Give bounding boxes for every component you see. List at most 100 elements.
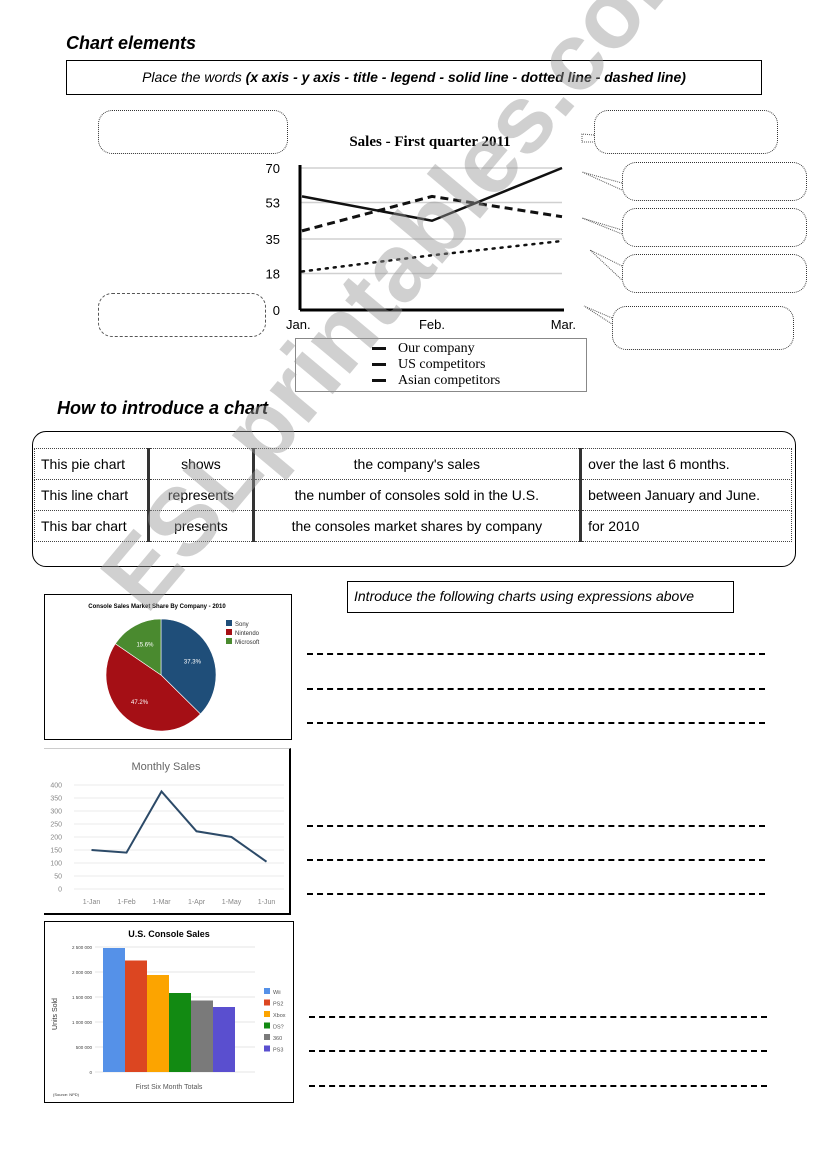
legend-label: Nintendo bbox=[235, 631, 260, 637]
y-tick-label: 2 500 000 bbox=[72, 945, 93, 950]
answer-callout-5[interactable] bbox=[612, 306, 794, 350]
y-tick-label: 70 bbox=[266, 161, 280, 176]
table-cell: This pie chart bbox=[33, 448, 149, 480]
expressions-table: This pie chart shows the company's sales ov… bbox=[33, 448, 792, 542]
bar bbox=[103, 948, 125, 1072]
legend-entry: Asian competitors bbox=[372, 373, 500, 389]
legend-label: DS? bbox=[273, 1025, 284, 1031]
legend-label: Wii bbox=[273, 990, 281, 996]
y-tick-label: 350 bbox=[50, 796, 62, 803]
y-tick-label: 18 bbox=[266, 266, 280, 281]
y-tick-label: 500 000 bbox=[76, 1045, 93, 1050]
legend-swatch bbox=[264, 988, 270, 994]
x-tick-label: 1-May bbox=[222, 899, 242, 906]
x-tick-label: 1-Jun bbox=[258, 899, 276, 906]
section-heading-how-to-introduce: How to introduce a chart bbox=[57, 398, 269, 418]
y-tick-label: 400 bbox=[50, 783, 62, 790]
legend-label: 360 bbox=[273, 1036, 282, 1042]
pie-slice-label: 15.6% bbox=[136, 642, 154, 648]
table-row: This line chart represents the number of c… bbox=[33, 479, 792, 511]
legend-swatch bbox=[226, 629, 232, 635]
pie-title: Console Sales Market Share By Company - … bbox=[88, 604, 226, 610]
x-tick-label: 1-Jan bbox=[83, 899, 101, 906]
legend-label: US competitors bbox=[398, 357, 486, 372]
table-cell: the company's sales bbox=[251, 448, 581, 480]
monthly-title: Monthly Sales bbox=[131, 761, 201, 773]
legend-swatch bbox=[264, 1022, 270, 1029]
x-tick-label: Mar. bbox=[551, 317, 576, 332]
answer-line[interactable] bbox=[307, 825, 765, 827]
chart-title: Sales - First quarter 2011 bbox=[349, 134, 510, 150]
answer-callout-4[interactable] bbox=[622, 254, 807, 293]
y-tick-label: 250 bbox=[50, 822, 62, 829]
answer-line[interactable] bbox=[307, 653, 765, 655]
table-cell: the number of consoles sold in the U.S. bbox=[251, 479, 581, 511]
legend-swatch bbox=[372, 379, 386, 383]
legend-swatch bbox=[264, 1011, 270, 1017]
y-tick-label: 300 bbox=[50, 809, 62, 816]
x-tick-label: 1-Mar bbox=[152, 899, 171, 906]
answer-callout-y-axis[interactable] bbox=[98, 293, 266, 337]
legend-label: Xbox bbox=[273, 1013, 286, 1019]
legend-label: Sony bbox=[235, 622, 249, 628]
answer-callout-2[interactable] bbox=[622, 162, 807, 201]
bar bbox=[169, 993, 191, 1072]
legend-label: Asian competitors bbox=[398, 373, 501, 388]
series-line-dashed bbox=[301, 194, 563, 233]
legend-swatch bbox=[264, 1034, 270, 1040]
chart-pie-market-share: Console Sales Market Share By Company - … bbox=[44, 594, 292, 740]
legend-label: PS2 bbox=[273, 1002, 283, 1008]
answer-line[interactable] bbox=[309, 1085, 767, 1087]
bar-title: U.S. Console Sales bbox=[128, 929, 210, 939]
bar bbox=[213, 1007, 235, 1072]
monthly-series-line bbox=[91, 789, 268, 863]
bar bbox=[125, 960, 147, 1072]
table-cell: between January and June. bbox=[579, 479, 792, 511]
x-tick-label: Jan. bbox=[286, 317, 311, 332]
pie-slice-label: 47.2% bbox=[131, 700, 149, 706]
table-cell: shows bbox=[147, 448, 254, 480]
chart-monthly-sales: Monthly Sales 0 50 100 150 200 250 300 350 400 1… bbox=[44, 748, 291, 915]
pie-slice-label: 37.3% bbox=[184, 659, 202, 665]
instruction-prefix: Place the words bbox=[142, 69, 246, 85]
table-cell: presents bbox=[147, 510, 254, 542]
legend-label: Our company bbox=[398, 341, 475, 356]
legend-swatch bbox=[226, 638, 232, 644]
bar bbox=[191, 1000, 213, 1072]
table-row: This bar chart presents the consoles marke… bbox=[33, 510, 792, 542]
instruction-box-2: Introduce the following charts using exp… bbox=[347, 581, 734, 613]
instruction-box: Place the words (x axis - y axis - title… bbox=[66, 60, 762, 95]
legend-entry: Our company bbox=[372, 341, 500, 357]
y-tick-label: 1 500 000 bbox=[72, 995, 93, 1000]
table-row: This pie chart shows the company's sales ov… bbox=[33, 448, 792, 480]
y-tick-label: 50 bbox=[54, 874, 62, 881]
y-tick-label: 53 bbox=[266, 195, 280, 210]
answer-line[interactable] bbox=[309, 1016, 767, 1018]
table-cell: represents bbox=[147, 479, 254, 511]
answer-line[interactable] bbox=[307, 722, 765, 724]
instruction-words: (x axis - y axis - title - legend - soli… bbox=[245, 69, 686, 85]
y-tick-label: 150 bbox=[50, 848, 62, 855]
y-tick-label: 0 bbox=[273, 303, 280, 318]
chart-sales-q1: Sales - First quarter 2011 0 18 35 53 70 Jan… bbox=[266, 134, 576, 332]
answer-line[interactable] bbox=[307, 893, 765, 895]
y-tick-label: 100 bbox=[50, 861, 62, 868]
answer-line[interactable] bbox=[307, 859, 765, 861]
y-tick-label: 1 000 000 bbox=[72, 1020, 93, 1025]
x-tick-label: Feb. bbox=[419, 317, 445, 332]
answer-line[interactable] bbox=[309, 1050, 767, 1052]
bar bbox=[147, 975, 169, 1072]
y-tick-label: 2 000 000 bbox=[72, 970, 93, 975]
bar-xlabel: First Six Month Totals bbox=[136, 1084, 203, 1091]
y-tick-label: 0 bbox=[58, 887, 62, 894]
table-cell: the consoles market shares by company bbox=[251, 510, 581, 542]
legend-swatch bbox=[372, 363, 386, 367]
y-tick-label: 200 bbox=[50, 835, 62, 842]
x-tick-label: 1-Apr bbox=[188, 899, 206, 906]
legend-swatch bbox=[226, 620, 232, 626]
series-line-solid bbox=[301, 166, 563, 223]
answer-callout-3[interactable] bbox=[622, 208, 807, 247]
y-tick-label: 0 bbox=[89, 1070, 92, 1075]
answer-line[interactable] bbox=[307, 688, 765, 690]
table-cell: for 2010 bbox=[579, 510, 792, 542]
